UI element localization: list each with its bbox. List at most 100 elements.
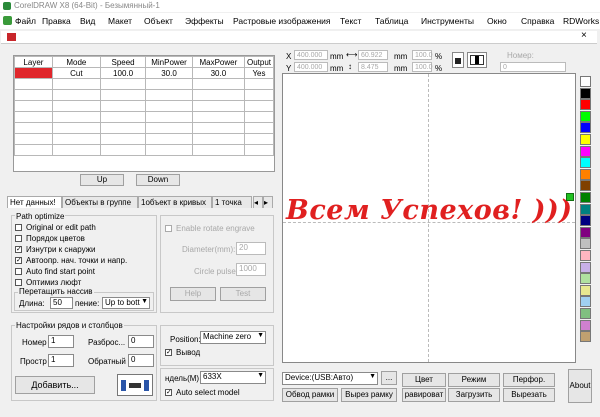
- scale-x-input[interactable]: 100.0: [412, 50, 433, 60]
- corel-menu-icon[interactable]: [3, 16, 12, 25]
- minpower-cell[interactable]: 30.0: [145, 67, 193, 79]
- scale-y-input[interactable]: 100.0: [412, 62, 433, 72]
- array-preview-icon[interactable]: [117, 374, 153, 396]
- palette-swatch[interactable]: [580, 261, 591, 273]
- palette-swatch[interactable]: [580, 168, 591, 180]
- palette-swatch[interactable]: [580, 145, 591, 157]
- y-position-input[interactable]: 400.000: [294, 62, 328, 72]
- selection-handle[interactable]: [566, 193, 574, 201]
- palette-swatch[interactable]: [580, 192, 591, 203]
- lock-icon[interactable]: [452, 52, 464, 68]
- up-button[interactable]: Up: [80, 174, 124, 186]
- anchor-grid-icon[interactable]: [467, 52, 487, 68]
- palette-swatch[interactable]: [580, 87, 591, 99]
- tab-scroll-right-icon[interactable]: ▸: [263, 196, 273, 208]
- number-input[interactable]: 1: [48, 335, 74, 348]
- cut-frame-button[interactable]: Вырез рамку: [341, 388, 397, 402]
- output-cell[interactable]: Yes: [243, 67, 275, 79]
- speed-cell[interactable]: 100.0: [99, 67, 147, 79]
- palette-swatch[interactable]: [580, 296, 591, 308]
- tab-group-objects[interactable]: Объекты в группе: [62, 196, 138, 208]
- tab-scroll-left-icon[interactable]: ◂: [253, 196, 263, 208]
- palette-swatch[interactable]: [580, 99, 591, 111]
- backlash-checkbox[interactable]: [15, 279, 22, 286]
- menu-layout[interactable]: Макет: [108, 16, 132, 26]
- close-icon[interactable]: ×: [581, 30, 587, 41]
- mode-cell[interactable]: Cut: [51, 67, 101, 79]
- circle-pulse-input[interactable]: 1000: [236, 263, 266, 276]
- auto-select-checkbox[interactable]: ✓: [165, 389, 172, 396]
- palette-swatch[interactable]: [580, 122, 591, 134]
- palette-swatch[interactable]: [580, 238, 591, 250]
- table-row[interactable]: Cut 100.0 30.0 30.0 Yes: [14, 67, 275, 79]
- menu-effects[interactable]: Эффекты: [185, 16, 224, 26]
- palette-swatch[interactable]: [580, 134, 591, 145]
- menu-edit[interactable]: Правка: [42, 16, 71, 26]
- palette-swatch[interactable]: [580, 226, 591, 238]
- x-position-input[interactable]: 400.000: [294, 50, 328, 60]
- height-input[interactable]: 8.475: [358, 62, 388, 72]
- model-select[interactable]: 633X ▼: [200, 371, 266, 384]
- menu-table[interactable]: Таблица: [375, 16, 408, 26]
- tab-point[interactable]: 1 точка: [212, 196, 252, 208]
- device-more-button[interactable]: ...: [381, 371, 397, 385]
- reverse-input[interactable]: 0: [128, 354, 154, 367]
- menu-bitmaps[interactable]: Растровые изображения: [233, 16, 330, 26]
- menu-file[interactable]: Файл: [15, 16, 36, 26]
- load-button[interactable]: Загрузить: [448, 388, 500, 402]
- add-array-button[interactable]: Добавить...: [15, 376, 95, 394]
- palette-swatch[interactable]: [580, 284, 591, 296]
- palette-swatch[interactable]: [580, 110, 591, 122]
- canvas-text-object[interactable]: Всем Успехов! ))): [286, 195, 573, 226]
- length-input[interactable]: 50: [50, 297, 73, 309]
- tab-no-data[interactable]: Нет данных!: [7, 196, 62, 208]
- menu-tools[interactable]: Инструменты: [421, 16, 474, 26]
- original-path-checkbox[interactable]: [15, 224, 22, 231]
- rotate-engrave-checkbox[interactable]: [165, 225, 172, 232]
- layer-color-cell[interactable]: [14, 67, 53, 79]
- palette-swatch[interactable]: [580, 180, 591, 192]
- help-button[interactable]: Help: [170, 287, 216, 301]
- menu-object[interactable]: Объект: [144, 16, 173, 26]
- test-button[interactable]: Test: [220, 287, 266, 301]
- palette-swatch[interactable]: [580, 308, 591, 319]
- menu-view[interactable]: Вид: [80, 16, 95, 26]
- menu-rdworks[interactable]: RDWorks: [563, 16, 599, 26]
- direction-select[interactable]: Up to bott ▼: [102, 297, 150, 309]
- device-select[interactable]: Device:(USB:Авто) ▼: [282, 372, 378, 385]
- about-button[interactable]: About: [568, 369, 592, 403]
- space-input[interactable]: 1: [48, 354, 74, 367]
- inside-out-checkbox[interactable]: ✓: [15, 246, 22, 253]
- tab-curves[interactable]: 1объект в кривых: [138, 196, 212, 208]
- auto-start-dir-checkbox[interactable]: ✓: [15, 257, 22, 264]
- frame-button[interactable]: Обвод рамки: [282, 388, 338, 402]
- auto-find-start-checkbox[interactable]: [15, 268, 22, 275]
- palette-swatch[interactable]: [580, 273, 591, 285]
- down-button[interactable]: Down: [136, 174, 180, 186]
- diameter-input[interactable]: 20: [236, 242, 266, 255]
- number-field-top[interactable]: 0: [500, 62, 566, 72]
- palette-swatch[interactable]: [580, 250, 591, 261]
- perforate-button[interactable]: Перфор.: [503, 373, 555, 387]
- color-order-checkbox[interactable]: [15, 235, 22, 242]
- engrave-button[interactable]: равироват: [402, 388, 446, 402]
- output-checkbox[interactable]: ✓: [165, 349, 172, 356]
- width-input[interactable]: 60.922: [358, 50, 388, 60]
- palette-swatch[interactable]: [580, 319, 591, 331]
- mode-button[interactable]: Режим: [448, 373, 500, 387]
- menu-window[interactable]: Окно: [487, 16, 507, 26]
- menu-help[interactable]: Справка: [521, 16, 554, 26]
- number-label-top: Номер:: [507, 51, 534, 60]
- cut-button[interactable]: Вырезать: [503, 388, 555, 402]
- color-button[interactable]: Цвет: [402, 373, 446, 387]
- menu-bar: Файл Правка Вид Макет Объект Эффекты Рас…: [0, 13, 600, 29]
- palette-swatch[interactable]: [580, 215, 591, 227]
- position-select[interactable]: Machine zero ▼: [200, 331, 266, 344]
- palette-swatch[interactable]: [580, 331, 591, 343]
- menu-text[interactable]: Текст: [340, 16, 361, 26]
- palette-swatch[interactable]: [580, 76, 591, 87]
- maxpower-cell[interactable]: 30.0: [191, 67, 245, 79]
- palette-swatch[interactable]: [580, 157, 591, 169]
- palette-swatch[interactable]: [580, 203, 591, 215]
- spread-input[interactable]: 0: [128, 335, 154, 348]
